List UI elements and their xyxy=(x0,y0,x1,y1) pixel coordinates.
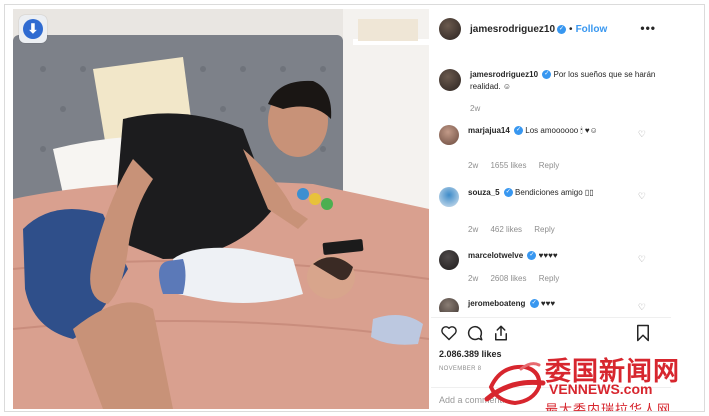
action-bar xyxy=(439,323,659,345)
post-caption: jamesrodriguez10 ✓ Por los sueños que se… xyxy=(439,69,659,115)
comment-text: Bendiciones amigo ▯▯ xyxy=(515,188,594,197)
comment-likes[interactable]: 2608 likes xyxy=(490,274,526,283)
watermark-logo-icon xyxy=(484,362,546,406)
more-options-icon[interactable]: ••• xyxy=(640,21,656,35)
avatar[interactable] xyxy=(439,125,459,145)
save-button[interactable] xyxy=(633,323,653,343)
comment-item: marjajua14 ✓ Los amoooooo 🕯 ♥☺ ♡ 2w 1655… xyxy=(439,125,654,170)
share-button[interactable] xyxy=(491,323,511,343)
verified-icon: ✓ xyxy=(503,188,513,198)
comment-reply[interactable]: Reply xyxy=(539,274,559,283)
comment-button[interactable] xyxy=(465,323,485,343)
bookmark-icon xyxy=(637,324,649,342)
verified-icon: ✓ xyxy=(557,24,567,34)
comment-username[interactable]: marcelotwelve xyxy=(468,251,523,260)
caption-time: 2w xyxy=(470,104,481,113)
like-button[interactable] xyxy=(439,323,459,343)
comment-body: jeromeboateng ✓ ♥♥♥ xyxy=(468,298,633,312)
caption-username[interactable]: jamesrodriguez10 xyxy=(470,70,538,79)
comment-icon xyxy=(467,325,483,341)
post-date: NOVEMBER 8 xyxy=(439,366,482,372)
comment-item: marcelotwelve ✓ ♥♥♥♥ ♡ 2w 2608 likes Rep… xyxy=(439,250,654,283)
divider xyxy=(431,317,671,318)
post-photo[interactable]: ⬇ xyxy=(13,9,429,409)
comment-item: jeromeboateng ✓ ♥♥♥ ♡ xyxy=(439,298,654,312)
post-header: jamesrodriguez10 ✓ • Follow ••• xyxy=(431,5,704,53)
avatar[interactable] xyxy=(439,18,461,40)
comment-item: souza_5 ✓ Bendiciones amigo ▯▯ ♡ 2w 462 … xyxy=(439,187,654,234)
comment-reply[interactable]: Reply xyxy=(539,161,559,170)
avatar[interactable] xyxy=(439,250,459,270)
watermark-subtitle: 最大委内瑞拉华人网 xyxy=(545,403,672,412)
comment-time: 2w xyxy=(468,225,479,234)
verified-icon: ✓ xyxy=(529,299,539,309)
comment-meta: 2w 462 likes Reply xyxy=(468,225,565,234)
comment-body: marjajua14 ✓ Los amoooooo 🕯 ♥☺ xyxy=(468,125,633,145)
avatar[interactable] xyxy=(439,69,461,91)
comment-username[interactable]: marjajua14 xyxy=(468,126,510,135)
comment-username[interactable]: souza_5 xyxy=(468,188,500,197)
comment-text: ♥♥♥♥ xyxy=(538,251,558,260)
zoom-button[interactable]: ⬇ xyxy=(19,15,47,43)
comment-text: ♥♥♥ xyxy=(540,299,556,308)
comment-body: marcelotwelve ✓ ♥♥♥♥ xyxy=(468,250,633,270)
comment-like-icon[interactable]: ♡ xyxy=(638,302,646,312)
comment-likes[interactable]: 1655 likes xyxy=(490,161,526,170)
comment-meta: 2w 2608 likes Reply xyxy=(468,274,569,283)
heart-icon xyxy=(441,326,457,341)
zoom-icon: ⬇ xyxy=(23,19,43,39)
follow-button[interactable]: Follow xyxy=(576,24,608,35)
comment-username[interactable]: jeromeboateng xyxy=(468,299,525,308)
avatar[interactable] xyxy=(439,187,459,207)
share-icon xyxy=(495,325,507,341)
verified-icon: ✓ xyxy=(527,251,537,261)
comment-body: souza_5 ✓ Bendiciones amigo ▯▯ xyxy=(468,187,633,207)
comment-reply[interactable]: Reply xyxy=(534,225,554,234)
comment-text: Los amoooooo 🕯 ♥☺ xyxy=(525,126,598,135)
comment-time: 2w xyxy=(468,161,479,170)
avatar[interactable] xyxy=(439,298,459,312)
verified-icon: ✓ xyxy=(542,70,552,80)
comment-like-icon[interactable]: ♡ xyxy=(638,254,646,265)
watermark-site: VENNEWS.com xyxy=(549,381,653,397)
caption-text-block: jamesrodriguez10 ✓ Por los sueños que se… xyxy=(470,69,659,115)
comment-like-icon[interactable]: ♡ xyxy=(638,129,646,140)
instagram-post-frame: ⬇ jamesrodriguez10 ✓ • Follow ••• jamesr… xyxy=(4,4,705,412)
comment-like-icon[interactable]: ♡ xyxy=(638,191,646,202)
comment-likes[interactable]: 462 likes xyxy=(490,225,522,234)
photo-illustration xyxy=(13,9,429,409)
verified-icon: ✓ xyxy=(514,126,524,136)
comment-meta: 2w 1655 likes Reply xyxy=(468,161,569,170)
header-separator: • xyxy=(569,23,573,35)
comment-time: 2w xyxy=(468,274,479,283)
watermark: 委国新闻网 VENNEWS.com 最大委内瑞拉华人网 xyxy=(481,351,704,412)
header-username[interactable]: jamesrodriguez10 xyxy=(470,24,555,35)
